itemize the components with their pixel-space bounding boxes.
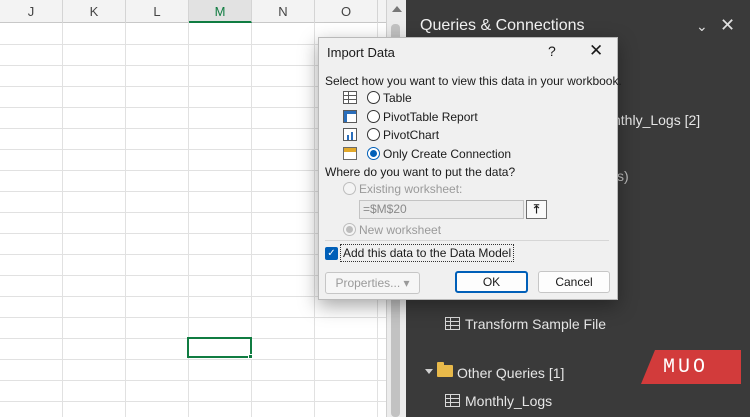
grid-line-vertical (125, 23, 126, 417)
folder-icon (437, 362, 453, 377)
cell-reference-input[interactable]: =$M$20 (359, 200, 524, 219)
column-header-n[interactable]: N (252, 0, 315, 23)
properties-button[interactable]: Properties... ▾ (325, 272, 420, 294)
collapse-dialog-arrow-icon[interactable]: ⤒ (526, 200, 547, 219)
data-model-checkbox[interactable]: ✓ (325, 247, 338, 260)
grid-line-horizontal (0, 317, 386, 318)
query-item-monthly-logs[interactable]: Monthly_Logs (465, 393, 552, 409)
ok-button[interactable]: OK (455, 271, 528, 293)
active-cell[interactable] (187, 337, 252, 358)
query-group-other-queries[interactable]: Other Queries [1] (457, 365, 564, 381)
radio-existing-worksheet[interactable] (343, 182, 356, 195)
pane-title: Queries & Connections (420, 17, 585, 34)
query-item-monthly-logs-group[interactable]: nthly_Logs [2] (613, 112, 700, 128)
column-header-o[interactable]: O (315, 0, 378, 23)
option-label-pivottable[interactable]: PivotTable Report (383, 110, 478, 124)
help-icon[interactable]: ? (548, 43, 556, 59)
query-item-transform-sample-file[interactable]: Transform Sample File (465, 316, 606, 332)
column-header-m[interactable]: M (189, 0, 252, 23)
pivottable-icon (343, 110, 357, 123)
cancel-button[interactable]: Cancel (538, 271, 610, 293)
grid-line-vertical (314, 23, 315, 417)
column-header-row: J K L M N O (0, 0, 386, 23)
scroll-up-arrow-icon[interactable] (392, 6, 402, 12)
dialog-title: Import Data (327, 45, 395, 60)
watermark-text: MUO (663, 356, 709, 379)
dropdown-arrow-icon: ▾ (403, 276, 410, 290)
grid-line-vertical (62, 23, 63, 417)
table-icon (343, 91, 357, 104)
option-label-only-create-connection[interactable]: Only Create Connection (383, 147, 511, 161)
query-item-partial[interactable]: s) (617, 168, 629, 184)
radio-table[interactable] (367, 91, 380, 104)
new-worksheet-label: New worksheet (359, 223, 442, 237)
view-prompt: Select how you want to view this data in… (325, 74, 622, 88)
close-icon[interactable]: ✕ (589, 41, 603, 61)
expand-triangle-icon[interactable] (425, 369, 433, 374)
fill-handle[interactable] (248, 354, 253, 359)
muo-watermark-logo: MUO (641, 350, 741, 384)
radio-only-create-connection[interactable] (367, 147, 380, 160)
properties-label: Properties... (335, 276, 401, 290)
grid-line-horizontal (0, 401, 386, 402)
grid-line-horizontal (0, 380, 386, 381)
pivotchart-icon (343, 128, 357, 141)
radio-pivottable[interactable] (367, 110, 380, 123)
radio-new-worksheet[interactable] (343, 223, 356, 236)
table-icon (445, 394, 460, 407)
connection-icon (343, 147, 357, 160)
chevron-down-icon[interactable]: ⌄ (696, 18, 708, 35)
option-label-pivotchart[interactable]: PivotChart (383, 128, 439, 142)
import-data-dialog: Import Data ? ✕ Select how you want to v… (318, 37, 622, 300)
close-icon[interactable]: ✕ (720, 15, 735, 36)
existing-worksheet-label: Existing worksheet: (359, 182, 463, 196)
table-icon (445, 317, 460, 330)
column-header-l[interactable]: L (126, 0, 189, 23)
grid-line-horizontal (0, 359, 386, 360)
data-model-label[interactable]: Add this data to the Data Model (340, 244, 515, 262)
divider (325, 240, 609, 241)
option-label-table[interactable]: Table (383, 91, 412, 105)
column-header-k[interactable]: K (63, 0, 126, 23)
column-header-j[interactable]: J (0, 0, 63, 23)
location-prompt: Where do you want to put the data? (325, 165, 516, 179)
radio-pivotchart[interactable] (367, 128, 380, 141)
